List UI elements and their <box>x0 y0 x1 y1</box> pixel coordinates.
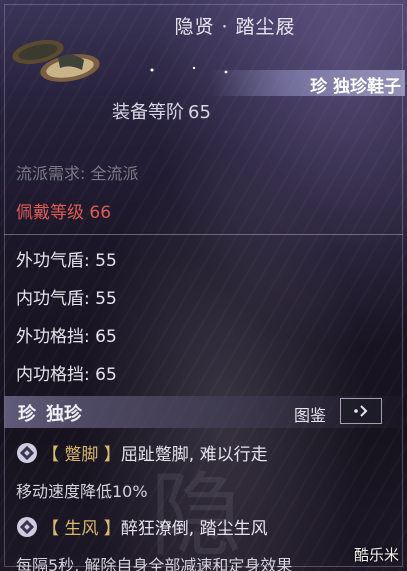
stat-external-block: 外功格挡: 65 <box>16 327 117 347</box>
stat-internal-shield: 内功气盾: 55 <box>16 289 117 309</box>
gear-level: 装备等阶 65 <box>108 98 211 124</box>
effect-2: 【 生风 】醉狂潦倒, 踏尘生风 <box>16 514 268 539</box>
set-section-title: 珍独珍 <box>18 400 82 426</box>
wear-level-value: 66 <box>89 203 112 223</box>
diamond-bullet-icon <box>17 443 37 463</box>
set-rarity-badge: 珍 <box>18 404 36 425</box>
set-name: 独珍 <box>46 404 82 425</box>
atlas-label: 图鉴 <box>294 406 327 425</box>
effect-1-tag: 【 蹩脚 】 <box>42 445 121 465</box>
effect-2-desc: 每隔5秒, 解除自身全部减速和定身效果 <box>16 556 293 571</box>
effect-1: 【 蹩脚 】屈趾蹩脚, 难以行走 <box>16 440 268 465</box>
rarity-label: 珍 独珍鞋子 <box>310 77 401 97</box>
stat-internal-block: 内功格挡: 65 <box>16 365 117 385</box>
atlas-button[interactable] <box>340 398 382 424</box>
divider <box>4 234 403 235</box>
wear-level-label: 佩戴等级 <box>16 203 84 223</box>
gear-level-label: 装备等阶 <box>112 102 184 123</box>
school-requirement: 流派需求: 全流派 <box>16 164 139 183</box>
effect-2-text: 醉狂潦倒, 踏尘生风 <box>120 519 268 539</box>
item-title: 隐贤 · 踏尘屐 <box>174 16 296 38</box>
diamond-bullet-icon <box>17 517 37 537</box>
stat-external-shield: 外功气盾: 55 <box>16 251 117 271</box>
arrow-right-icon <box>354 405 368 417</box>
slippers-icon <box>12 39 100 82</box>
effect-1-desc: 移动速度降低10% <box>16 482 148 501</box>
item-tooltip-panel: 隐 隐贤 · 踏尘屐 珍 独珍鞋子 装备等阶 65 流派需求: 全流派 佩戴等级 … <box>0 0 407 571</box>
effect-2-tag: 【 生风 】 <box>42 519 121 539</box>
wear-level: 佩戴等级 66 <box>16 198 111 223</box>
gear-level-value: 65 <box>188 102 211 123</box>
watermark: 酷乐米 <box>353 546 399 564</box>
effect-1-text: 屈趾蹩脚, 难以行走 <box>120 445 268 465</box>
